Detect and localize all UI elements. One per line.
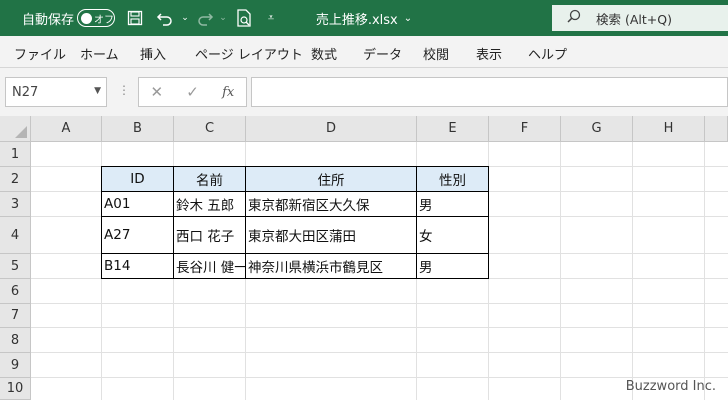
table-cell[interactable]: 神奈川県横浜市鶴見区 xyxy=(246,254,417,279)
search-input[interactable]: 検索 (Alt+Q) xyxy=(552,5,728,31)
gridline xyxy=(632,142,633,400)
column-header-g[interactable]: G xyxy=(561,116,633,142)
row-header-8[interactable]: 8 xyxy=(0,328,31,353)
undo-icon[interactable] xyxy=(154,0,176,36)
table-cell[interactable]: B14 xyxy=(102,254,174,279)
undo-dropdown-icon[interactable]: ⌄ xyxy=(174,0,196,36)
table-cell[interactable]: 女 xyxy=(417,217,489,254)
column-header-h[interactable]: H xyxy=(633,116,705,142)
column-header-next[interactable] xyxy=(705,116,728,142)
tab-formulas[interactable]: 数式 xyxy=(311,44,337,63)
table-cell[interactable]: 男 xyxy=(417,192,489,217)
ribbon-tabs: ファイル ホーム 挿入 ページ レイアウト 数式 データ 校閲 表示 ヘルプ xyxy=(0,36,728,68)
column-header-d[interactable]: D xyxy=(246,116,417,142)
column-header-a[interactable]: A xyxy=(31,116,102,142)
row-header-6[interactable]: 6 xyxy=(0,279,31,304)
formula-input[interactable] xyxy=(251,77,728,107)
tab-insert[interactable]: 挿入 xyxy=(140,44,166,63)
name-box-value: N27 xyxy=(12,84,39,100)
print-preview-icon[interactable] xyxy=(233,0,255,36)
select-all-button[interactable] xyxy=(0,116,31,142)
tab-review[interactable]: 校閲 xyxy=(423,44,449,63)
save-icon[interactable] xyxy=(124,0,146,36)
gridline xyxy=(31,352,728,353)
toggle-knob xyxy=(81,12,92,24)
name-box-dropdown-icon[interactable]: ▼ xyxy=(94,86,101,96)
table-cell[interactable]: 東京都大田区蒲田 xyxy=(246,217,417,254)
gridline xyxy=(31,303,728,304)
column-header-b[interactable]: B xyxy=(102,116,174,142)
tab-help[interactable]: ヘルプ xyxy=(528,44,567,63)
column-header-c[interactable]: C xyxy=(174,116,246,142)
table-cell[interactable]: 西口 花子 xyxy=(174,217,246,254)
row-header-5[interactable]: 5 xyxy=(0,254,31,279)
autosave-toggle-label: オフ xyxy=(94,14,114,26)
table-header-gender[interactable]: 性別 xyxy=(417,167,489,192)
autosave-label: 自動保存 xyxy=(22,12,75,28)
column-header-e[interactable]: E xyxy=(417,116,489,142)
name-box[interactable]: N27 ▼ xyxy=(5,77,107,107)
tab-home[interactable]: ホーム xyxy=(80,44,119,63)
tab-file[interactable]: ファイル xyxy=(14,44,66,63)
redo-dropdown-icon[interactable]: ⌄ xyxy=(212,0,234,36)
formula-buttons: ✕ ✓ fx xyxy=(138,77,247,107)
row-header-4[interactable]: 4 xyxy=(0,217,31,254)
column-header-f[interactable]: F xyxy=(489,116,561,142)
table-cell[interactable]: 東京都新宿区大久保 xyxy=(246,192,417,217)
customize-quick-access-icon[interactable]: ⩡ xyxy=(260,0,282,36)
watermark: Buzzword Inc. xyxy=(625,379,716,394)
document-title-text: 売上推移.xlsx xyxy=(315,12,398,28)
search-placeholder: 検索 (Alt+Q) xyxy=(596,11,672,27)
row-header-3[interactable]: 3 xyxy=(0,192,31,217)
table-cell[interactable]: A01 xyxy=(102,192,174,217)
tab-data[interactable]: データ xyxy=(363,44,402,63)
search-icon xyxy=(552,9,596,27)
tab-page-layout[interactable]: ページ レイアウト xyxy=(195,44,303,63)
table-header-name[interactable]: 名前 xyxy=(174,167,246,192)
gridline xyxy=(704,142,705,400)
table-cell[interactable]: 鈴木 五郎 xyxy=(174,192,246,217)
table-cell[interactable]: 男 xyxy=(417,254,489,279)
table-cell[interactable]: A27 xyxy=(102,217,174,254)
row-header-2[interactable]: 2 xyxy=(0,167,31,192)
tab-view[interactable]: 表示 xyxy=(476,44,502,63)
gridline xyxy=(31,377,728,378)
select-all-triangle-icon xyxy=(15,126,27,138)
table-header-id[interactable]: ID xyxy=(102,167,174,192)
table-cell[interactable]: 長谷川 健一 xyxy=(174,254,246,279)
autosave-toggle[interactable]: オフ xyxy=(77,9,115,27)
formula-bar-grip-icon[interactable]: ⋮ xyxy=(118,83,130,97)
row-header-9[interactable]: 9 xyxy=(0,353,31,378)
gridline xyxy=(31,327,728,328)
title-dropdown-icon[interactable]: ⌄ xyxy=(404,13,412,24)
gridline xyxy=(560,142,561,400)
enter-icon[interactable]: ✓ xyxy=(175,83,211,101)
insert-function-icon[interactable]: fx xyxy=(210,85,246,100)
cancel-icon[interactable]: ✕ xyxy=(139,83,175,101)
table-header-address[interactable]: 住所 xyxy=(246,167,417,192)
title-bar: 自動保存 オフ ⌄ ⌄ ⩡ 売上推移.xlsx ⌄ 検索 (Alt+Q) xyxy=(0,0,728,36)
row-header-7[interactable]: 7 xyxy=(0,304,31,328)
row-header-1[interactable]: 1 xyxy=(0,142,31,167)
row-header-10[interactable]: 10 xyxy=(0,378,31,400)
